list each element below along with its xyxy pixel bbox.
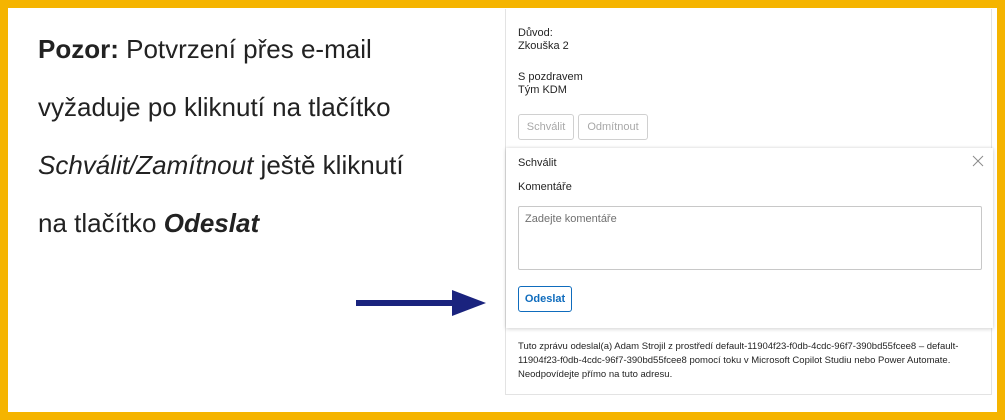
reason-label: Důvod: — [518, 27, 553, 39]
comments-label: Komentáře — [518, 181, 572, 193]
callout-line-3-text: ještě kliknutí — [253, 150, 404, 180]
arrow-right-icon — [356, 290, 486, 316]
email-footer: Tuto zprávu odeslal(a) Adam Strojil z pr… — [518, 341, 959, 380]
approve-button[interactable]: Schválit — [518, 114, 574, 140]
callout-button-names: Schválit/Zamítnout — [38, 150, 254, 180]
callout-line-4-text: na tlačítko — [38, 208, 164, 238]
callout-warning-label: Pozor: — [38, 34, 119, 64]
instruction-callout: Pozor: Potvrzení přes e-mail vyžaduje po… — [38, 20, 478, 252]
callout-line-1: Pozor: Potvrzení přes e-mail — [38, 20, 478, 78]
team-signature: Tým KDM — [518, 84, 567, 96]
close-icon[interactable] — [971, 154, 985, 168]
greeting-text: S pozdravem — [518, 71, 583, 83]
callout-line-1-text: Potvrzení přes e-mail — [118, 34, 372, 64]
callout-line-2: vyžaduje po kliknutí na tlačítko — [38, 92, 391, 122]
reject-button[interactable]: Odmítnout — [578, 114, 648, 140]
submit-button[interactable]: Odeslat — [518, 286, 572, 312]
callout-submit-name: Odeslat — [163, 208, 260, 238]
card-title: Schválit — [518, 157, 557, 169]
email-panel: Důvod: Zkouška 2 S pozdravem Tým KDM Sch… — [505, 9, 993, 395]
comments-input[interactable] — [518, 206, 982, 270]
callout-line-4: na tlačítko Odeslat — [38, 194, 478, 252]
callout-line-3: Schválit/Zamítnout ještě kliknutí — [38, 136, 478, 194]
reason-value: Zkouška 2 — [518, 40, 569, 52]
approval-card: Schválit Komentáře Odeslat — [506, 148, 993, 328]
